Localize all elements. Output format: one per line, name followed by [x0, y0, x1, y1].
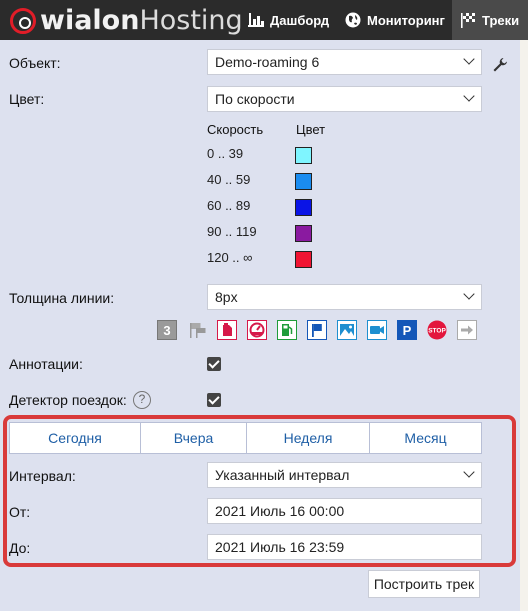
- wrench-icon[interactable]: [492, 57, 508, 76]
- svg-text:3: 3: [163, 323, 170, 338]
- nav-dashboard-label: Дашборд: [270, 12, 330, 28]
- trip-detector-checkbox[interactable]: [207, 393, 221, 407]
- legend-row: 90 .. 119: [207, 224, 327, 244]
- legend-row: 0 .. 39: [207, 146, 327, 166]
- build-track-button[interactable]: Построить трек: [368, 570, 480, 598]
- from-label: От:: [9, 504, 31, 520]
- stop-icon[interactable]: STOP: [426, 319, 448, 341]
- color-select-value: По скорости: [215, 91, 295, 107]
- chevron-down-icon: [463, 90, 475, 102]
- top-bar: wialonHosting Дашборд Мониторинг Треки: [0, 0, 528, 40]
- interval-tabs: Сегодня Вчера Неделя Месяц: [9, 422, 482, 454]
- svg-text:STOP: STOP: [428, 328, 446, 335]
- from-datetime-input[interactable]: 2021 Июль 16 00:00: [207, 498, 482, 524]
- nav-tracks-label: Треки: [482, 12, 520, 28]
- map-edge[interactable]: [520, 40, 528, 611]
- chevron-down-icon: [463, 466, 475, 478]
- line-width-select-value: 8px: [215, 289, 238, 305]
- track-options-iconbar: 3 P STOP: [156, 319, 486, 341]
- legend-range: 40 .. 59: [207, 172, 251, 187]
- parking-icon[interactable]: P: [396, 319, 418, 341]
- tab-month[interactable]: Месяц: [370, 423, 481, 453]
- nav-monitoring-label: Мониторинг: [367, 12, 445, 28]
- image-icon[interactable]: [336, 319, 358, 341]
- legend-range: 60 .. 89: [207, 198, 251, 213]
- interval-select-value: Указанный интервал: [215, 467, 350, 483]
- chevron-down-icon: [463, 288, 475, 300]
- color-swatch[interactable]: [295, 225, 312, 242]
- speedometer-icon[interactable]: [246, 319, 268, 341]
- nav-dashboard[interactable]: Дашборд: [248, 0, 329, 40]
- logo-text: wialonHosting: [40, 5, 243, 36]
- object-label: Объект:: [9, 55, 61, 71]
- fuel-fillings-icon[interactable]: [216, 319, 238, 341]
- legend-range: 90 .. 119: [207, 224, 257, 239]
- point-counter-icon[interactable]: 3: [156, 319, 178, 341]
- svg-text:P: P: [403, 323, 412, 338]
- color-label: Цвет:: [9, 91, 45, 107]
- legend-color-header: Цвет: [296, 122, 326, 137]
- legend-range: 0 .. 39: [207, 146, 244, 161]
- globe-icon: [345, 12, 361, 28]
- flag-icon[interactable]: [306, 319, 328, 341]
- checkered-flag-icon: [460, 12, 476, 28]
- line-width-select[interactable]: 8px: [207, 284, 482, 310]
- object-select[interactable]: Demo-roaming 6: [207, 49, 482, 75]
- color-swatch[interactable]: [295, 199, 312, 216]
- nav-tracks[interactable]: Треки: [452, 0, 528, 40]
- object-select-value: Demo-roaming 6: [215, 54, 320, 70]
- color-swatch[interactable]: [295, 147, 312, 164]
- color-select[interactable]: По скорости: [207, 86, 482, 112]
- help-icon[interactable]: ?: [133, 391, 151, 409]
- to-datetime-input[interactable]: 2021 Июль 16 23:59: [207, 534, 482, 560]
- legend-row: 40 .. 59: [207, 172, 327, 192]
- tab-week[interactable]: Неделя: [247, 423, 370, 453]
- legend-row: 120 .. ∞: [207, 250, 327, 270]
- legend-row: 60 .. 89: [207, 198, 327, 218]
- color-swatch[interactable]: [295, 173, 312, 190]
- nav-monitoring[interactable]: Мониторинг: [345, 0, 445, 40]
- legend-range: 120 .. ∞: [207, 250, 253, 265]
- tab-yesterday[interactable]: Вчера: [141, 423, 247, 453]
- interval-label: Интервал:: [9, 468, 76, 484]
- tab-today[interactable]: Сегодня: [10, 423, 141, 453]
- trip-detector-label: Детектор поездок:: [9, 392, 127, 408]
- legend-speed-header: Скорость: [207, 122, 264, 137]
- line-width-label: Толщина линии:: [9, 290, 115, 306]
- color-swatch[interactable]: [295, 251, 312, 268]
- video-icon[interactable]: [366, 319, 388, 341]
- annotations-label: Аннотации:: [9, 356, 83, 372]
- arrow-right-icon[interactable]: [456, 319, 478, 341]
- wialon-logo[interactable]: wialonHosting: [10, 6, 243, 36]
- fuel-station-icon[interactable]: [276, 319, 298, 341]
- chevron-down-icon: [463, 53, 475, 65]
- to-label: До:: [9, 540, 31, 556]
- annotations-checkbox[interactable]: [207, 357, 221, 371]
- bar-chart-icon: [248, 13, 264, 27]
- interval-select[interactable]: Указанный интервал: [207, 462, 482, 488]
- logo-mark-icon: [10, 8, 36, 34]
- markers-flags-icon[interactable]: [186, 319, 208, 341]
